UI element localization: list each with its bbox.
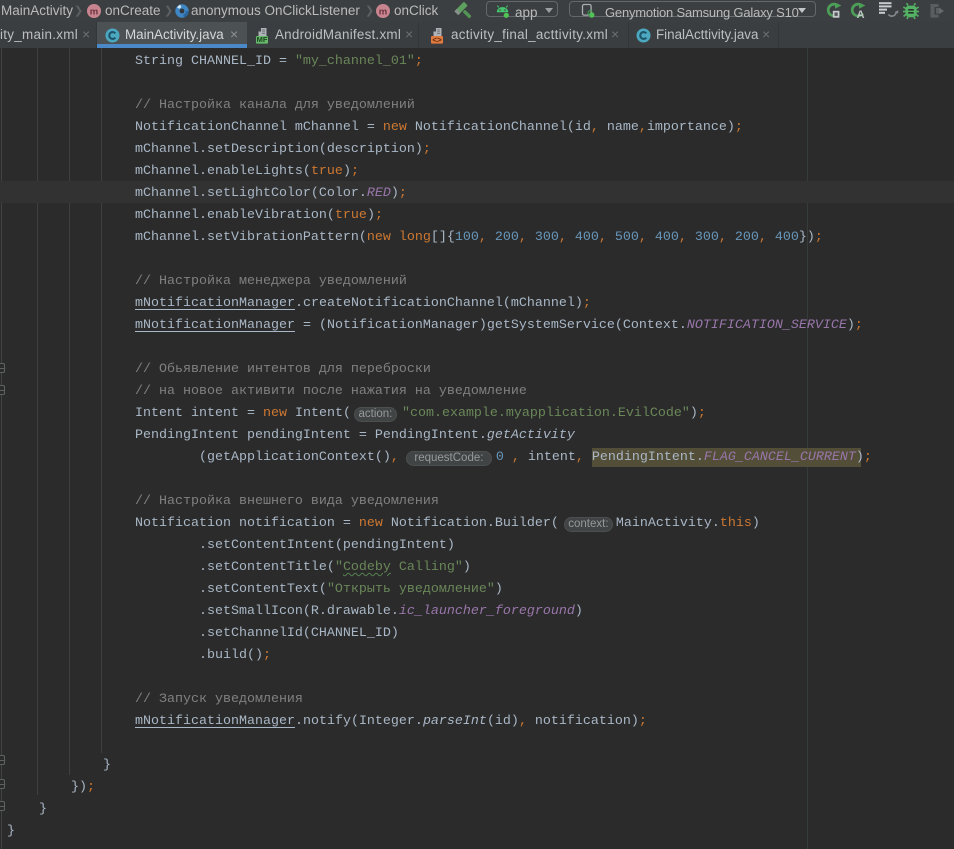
svg-text:<>: <> <box>432 35 442 44</box>
svg-text:m: m <box>379 7 387 18</box>
svg-text:m: m <box>90 7 98 18</box>
svg-text:A: A <box>857 9 865 20</box>
svg-text:MF: MF <box>257 35 268 44</box>
